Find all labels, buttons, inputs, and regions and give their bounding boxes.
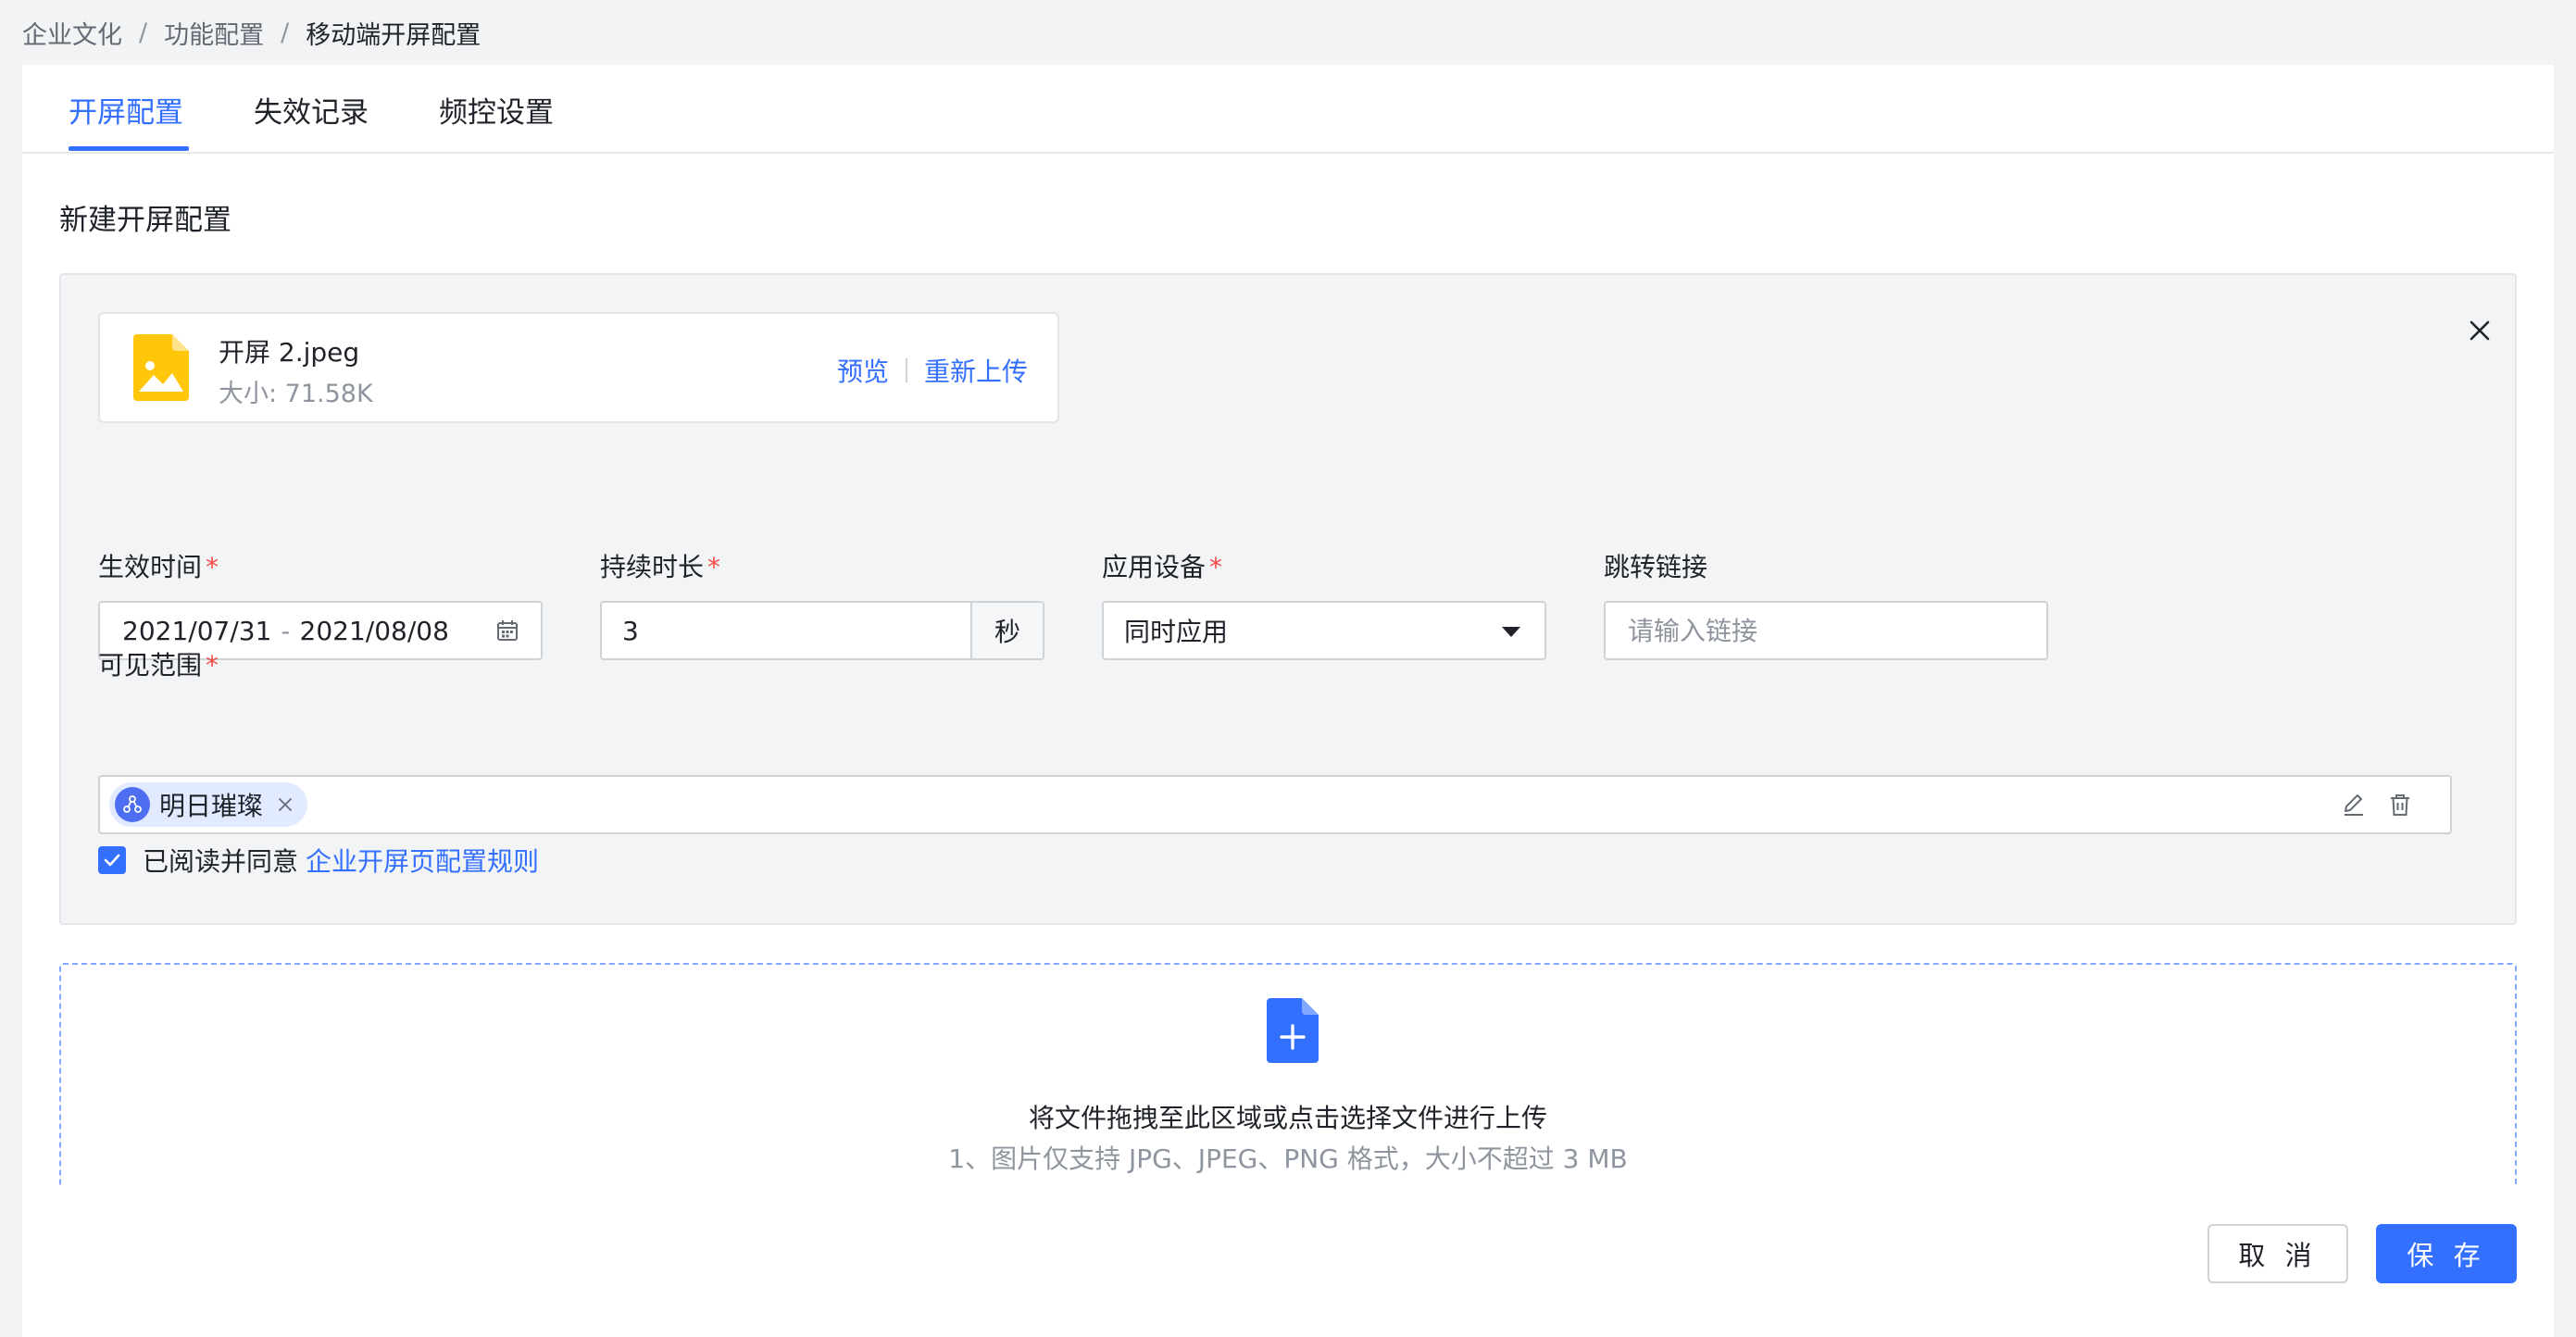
preview-link[interactable]: 预览: [837, 352, 889, 389]
action-divider: [905, 358, 907, 382]
dropzone-main-text: 将文件拖拽至此区域或点击选择文件进行上传: [1028, 1103, 1547, 1133]
required-mark: *: [206, 650, 219, 681]
add-file-icon: [1267, 998, 1319, 1067]
reupload-link[interactable]: 重新上传: [924, 352, 1028, 389]
agreement-row: 已阅读并同意 企业开屏页配置规则: [98, 842, 539, 879]
org-structure-icon: [115, 787, 150, 822]
scope-label: 可见范围 *: [98, 645, 219, 682]
main-card: 开屏配置 失效记录 频控设置 新建开屏配置 开屏 2.jpeg 大小: 71.5…: [22, 65, 2554, 1337]
duration-unit: 秒: [970, 603, 1043, 658]
visible-scope-field[interactable]: 明日璀璨: [98, 775, 2452, 834]
link-label-text: 跳转链接: [1604, 552, 1708, 582]
cancel-button[interactable]: 取 消: [2207, 1224, 2348, 1283]
device-select[interactable]: 同时应用: [1102, 601, 1546, 660]
redirect-link-input[interactable]: [1606, 603, 2046, 658]
link-label: 跳转链接: [1604, 547, 1707, 584]
edit-icon[interactable]: [2341, 792, 2367, 818]
file-actions: 预览 重新上传: [837, 352, 1028, 389]
tab-bar: 开屏配置 失效记录 频控设置: [22, 65, 2554, 154]
link-input-wrapper: [1604, 601, 2048, 660]
config-panel: 开屏 2.jpeg 大小: 71.58K 预览 重新上传 生效时间 * 持续时长 *…: [59, 273, 2517, 925]
tab-expired-records[interactable]: 失效记录: [254, 89, 369, 131]
required-mark: *: [1209, 552, 1223, 582]
scope-tag-label: 明日璀璨: [159, 791, 264, 821]
breadcrumb-item-features[interactable]: 功能配置: [164, 15, 264, 51]
tab-splash-config[interactable]: 开屏配置: [69, 89, 183, 131]
date-end: 2021/08/08: [299, 615, 449, 646]
date-separator: -: [281, 615, 291, 646]
breadcrumb-item-current: 移动端开屏配置: [306, 21, 481, 50]
effective-time-label: 生效时间 *: [98, 547, 219, 584]
duration-input-group: 秒: [600, 601, 1044, 660]
file-name: 开屏 2.jpeg: [219, 337, 360, 368]
top-bar: 企业文化 / 功能配置 / 移动端开屏配置: [0, 0, 2576, 65]
image-file-icon: [133, 334, 189, 405]
effective-time-label-text: 生效时间: [98, 552, 203, 582]
device-label: 应用设备 *: [1102, 547, 1222, 584]
required-mark: *: [707, 552, 721, 582]
scope-actions: [2341, 792, 2413, 818]
breadcrumb-separator: /: [139, 19, 148, 47]
agreement-text: 已阅读并同意: [143, 846, 299, 877]
breadcrumb-item-culture[interactable]: 企业文化: [22, 15, 122, 51]
breadcrumb-separator: /: [281, 19, 290, 47]
tab-frequency-settings[interactable]: 频控设置: [439, 89, 554, 131]
caret-down-icon: [1502, 627, 1520, 637]
active-tab-indicator: [69, 146, 189, 151]
device-label-text: 应用设备: [1102, 552, 1207, 582]
duration-input[interactable]: [602, 603, 972, 658]
save-button[interactable]: 保 存: [2376, 1224, 2517, 1283]
file-size: 大小: 71.58K: [219, 380, 373, 408]
duration-label-text: 持续时长: [600, 552, 705, 582]
dropzone-hint-format: 1、图片仅支持 JPG、JPEG、PNG 格式，大小不超过 3 MB: [948, 1143, 1628, 1174]
uploaded-file-card: 开屏 2.jpeg 大小: 71.58K 预览 重新上传: [98, 312, 1059, 423]
close-icon[interactable]: [2465, 316, 2495, 345]
remove-tag-icon[interactable]: [276, 795, 294, 814]
calendar-icon[interactable]: [494, 618, 520, 650]
delete-icon[interactable]: [2387, 792, 2413, 818]
date-start: 2021/07/31: [122, 615, 272, 646]
upload-dropzone[interactable]: 将文件拖拽至此区域或点击选择文件进行上传 1、图片仅支持 JPG、JPEG、PN…: [59, 963, 2517, 1185]
scope-label-text: 可见范围: [98, 650, 203, 681]
scope-tag: 明日璀璨: [109, 782, 308, 827]
duration-label: 持续时长 *: [600, 547, 720, 584]
breadcrumb: 企业文化 / 功能配置 / 移动端开屏配置: [22, 15, 481, 51]
device-select-value: 同时应用: [1124, 617, 1229, 647]
agreement-checkbox[interactable]: [98, 846, 126, 874]
agreement-rules-link[interactable]: 企业开屏页配置规则: [306, 842, 539, 879]
section-title: 新建开屏配置: [59, 204, 231, 237]
required-mark: *: [206, 552, 219, 582]
